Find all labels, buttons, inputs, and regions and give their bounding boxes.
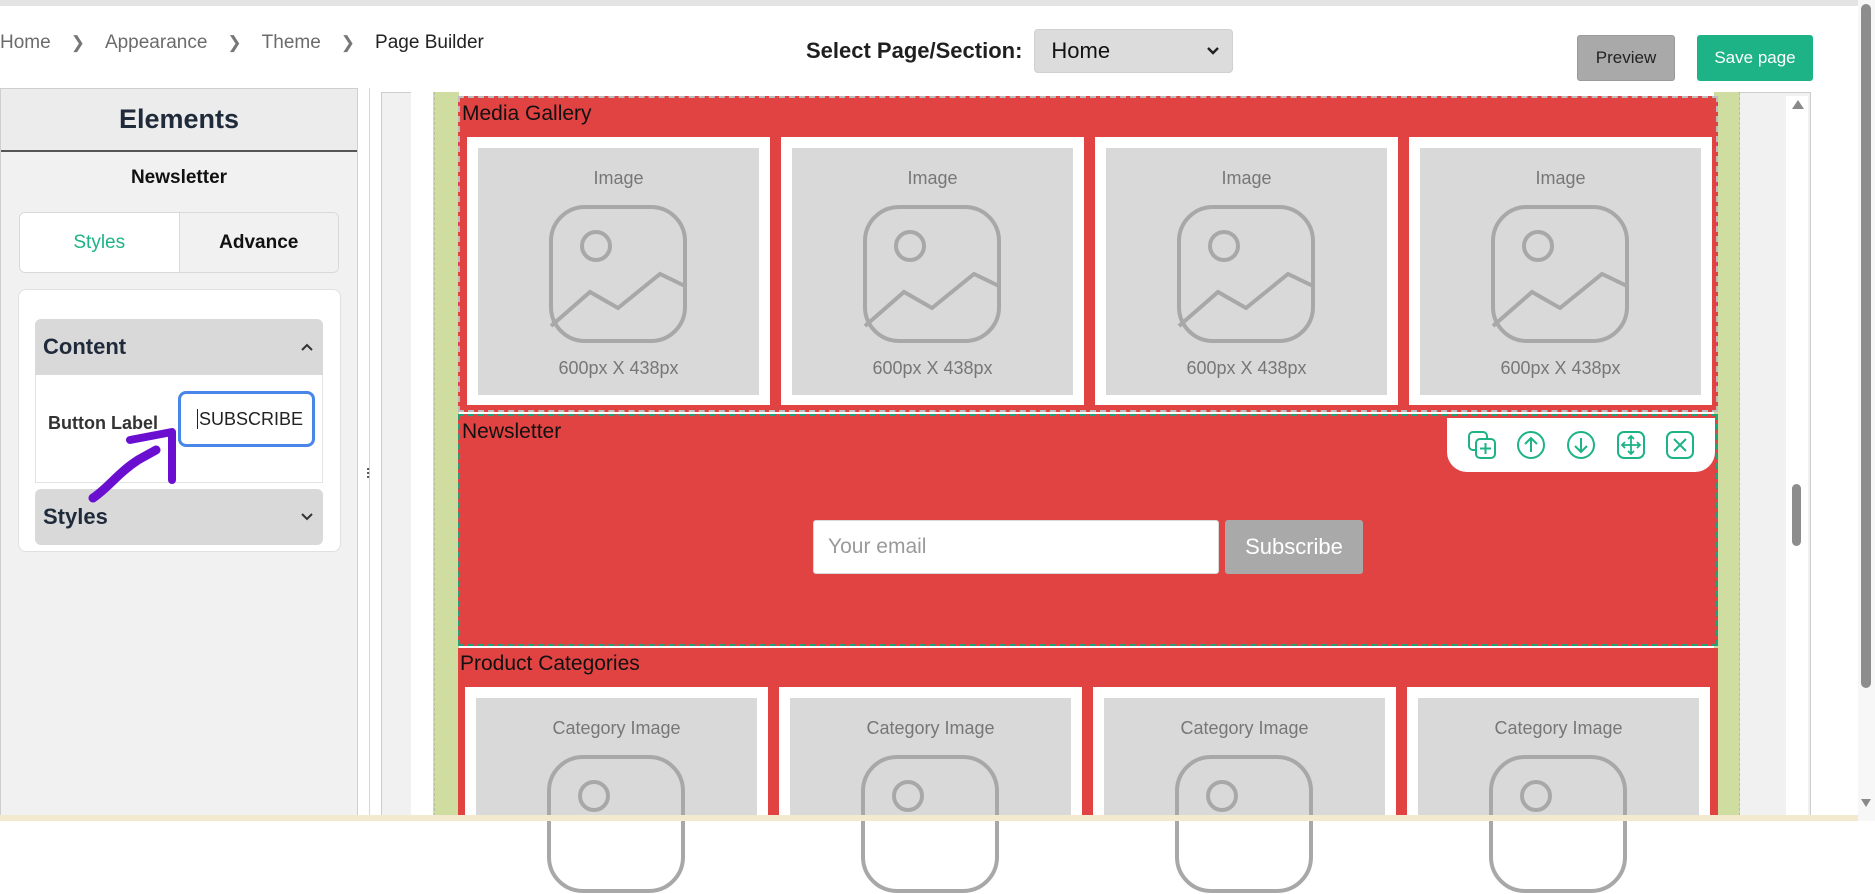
section-toolbar bbox=[1447, 418, 1715, 472]
tab-advance[interactable]: Advance bbox=[178, 213, 338, 272]
select-value: Home bbox=[1051, 38, 1111, 63]
selected-element-name: Newsletter bbox=[130, 167, 228, 188]
placeholder-label: Category Image bbox=[866, 718, 995, 738]
image-icon bbox=[863, 205, 1001, 343]
page-section-select-group: Select Page/Section: Home bbox=[806, 29, 1234, 73]
image-placeholder: Image 600px X 438px bbox=[1420, 148, 1701, 395]
category-placeholder: Category Image bbox=[1418, 698, 1699, 893]
breadcrumb-page-builder: Page Builder bbox=[375, 32, 484, 53]
image-icon bbox=[1175, 755, 1313, 893]
button-label-value: SUBSCRIBE bbox=[199, 408, 304, 429]
content-accordion-title: Content bbox=[43, 334, 127, 359]
canvas-scrollbar[interactable] bbox=[1786, 96, 1808, 816]
button-label-input[interactable]: SUBSCRIBE bbox=[178, 391, 315, 447]
top-border bbox=[0, 0, 1860, 6]
gallery-tile[interactable]: Image 600px X 438px bbox=[1095, 137, 1398, 405]
panel-tabs: Styles Advance bbox=[19, 212, 339, 273]
panel-splitter[interactable] bbox=[360, 88, 370, 821]
panel-title: Elements bbox=[1, 89, 357, 152]
move-down-icon[interactable] bbox=[1565, 429, 1597, 461]
image-placeholder: Image 600px X 438px bbox=[478, 148, 759, 395]
chevron-down-icon bbox=[1207, 47, 1220, 55]
tab-styles[interactable]: Styles bbox=[20, 213, 179, 272]
preview-button[interactable]: Preview bbox=[1577, 35, 1675, 81]
gallery-tile[interactable]: Image 600px X 438px bbox=[467, 137, 770, 405]
gallery-tile[interactable]: Image 600px X 438px bbox=[781, 137, 1084, 405]
scroll-down-icon[interactable] bbox=[1861, 799, 1871, 807]
media-gallery-section[interactable]: Media Gallery Image 600px X 438px Image … bbox=[458, 96, 1718, 412]
section-title: Product Categories bbox=[460, 652, 640, 675]
save-page-button[interactable]: Save page bbox=[1697, 35, 1813, 81]
chevron-right-icon: ❯ bbox=[227, 33, 242, 52]
section-title: Media Gallery bbox=[462, 102, 592, 125]
category-placeholder: Category Image bbox=[1104, 698, 1385, 893]
chevron-up-icon bbox=[301, 343, 313, 351]
section-title: Newsletter bbox=[462, 420, 562, 443]
gallery-tile[interactable]: Image 600px X 438px bbox=[1409, 137, 1712, 405]
placeholder-label: Image bbox=[593, 168, 644, 188]
breadcrumb-home[interactable]: Home bbox=[0, 32, 51, 54]
newsletter-email-input[interactable]: Your email bbox=[813, 520, 1219, 574]
category-placeholder: Category Image bbox=[476, 698, 757, 893]
select-page-label: Select Page/Section: bbox=[806, 38, 1023, 63]
category-tile[interactable]: Category Image bbox=[465, 687, 768, 893]
page-gutter-left bbox=[433, 92, 459, 821]
placeholder-label: Image bbox=[1535, 168, 1586, 188]
placeholder-size: 600px X 438px bbox=[1500, 358, 1621, 378]
placeholder-size: 600px X 438px bbox=[1186, 358, 1307, 378]
image-icon bbox=[861, 755, 999, 893]
image-icon bbox=[1491, 205, 1629, 343]
gutter-guide bbox=[434, 92, 435, 821]
category-placeholder: Category Image bbox=[790, 698, 1071, 893]
placeholder-label: Image bbox=[907, 168, 958, 188]
chevron-right-icon: ❯ bbox=[340, 33, 356, 52]
product-categories-section[interactable]: Product Categories Category Image Catego… bbox=[458, 648, 1718, 893]
image-icon bbox=[549, 205, 687, 343]
placeholder-label: Category Image bbox=[552, 718, 681, 738]
annotation-arrow-icon bbox=[88, 428, 176, 503]
placeholder-label: Image bbox=[1221, 168, 1272, 188]
breadcrumb: Home ❯ Appearance ❯ Theme ❯ Page Builder bbox=[0, 30, 484, 56]
content-accordion-header[interactable]: Content bbox=[35, 319, 323, 375]
image-placeholder: Image 600px X 438px bbox=[792, 148, 1073, 395]
placeholder-size: 600px X 438px bbox=[558, 358, 679, 378]
category-tile[interactable]: Category Image bbox=[779, 687, 1082, 893]
placeholder-size: 600px X 438px bbox=[872, 358, 993, 378]
scroll-thumb[interactable] bbox=[1861, 4, 1871, 688]
drag-grip-icon[interactable]: ⠇ bbox=[365, 466, 375, 483]
image-icon bbox=[547, 755, 685, 893]
image-placeholder: Image 600px X 438px bbox=[1106, 148, 1387, 395]
move-up-icon[interactable] bbox=[1515, 429, 1547, 461]
category-tile[interactable]: Category Image bbox=[1093, 687, 1396, 893]
close-icon[interactable] bbox=[1664, 429, 1696, 461]
scroll-thumb[interactable] bbox=[1792, 484, 1801, 546]
image-icon bbox=[1489, 755, 1627, 893]
duplicate-icon[interactable] bbox=[1466, 429, 1498, 461]
gutter-guide bbox=[1739, 92, 1740, 821]
page-section-select[interactable]: Home bbox=[1034, 29, 1234, 73]
breadcrumb-appearance[interactable]: Appearance bbox=[105, 32, 207, 54]
image-icon bbox=[1177, 205, 1315, 343]
newsletter-subscribe-button[interactable]: Subscribe bbox=[1225, 520, 1363, 574]
page-scrollbar[interactable] bbox=[1858, 0, 1875, 821]
placeholder-label: Category Image bbox=[1180, 718, 1309, 738]
bottom-edge bbox=[0, 815, 1858, 821]
breadcrumb-theme[interactable]: Theme bbox=[262, 32, 321, 54]
styles-accordion-title: Styles bbox=[43, 504, 108, 529]
scroll-up-icon[interactable] bbox=[1792, 100, 1804, 109]
drag-move-icon[interactable] bbox=[1615, 429, 1647, 461]
chevron-down-icon bbox=[301, 513, 313, 521]
text-caret bbox=[197, 409, 198, 429]
category-tile[interactable]: Category Image bbox=[1407, 687, 1710, 893]
chevron-right-icon: ❯ bbox=[70, 33, 85, 52]
placeholder-label: Category Image bbox=[1494, 718, 1623, 738]
